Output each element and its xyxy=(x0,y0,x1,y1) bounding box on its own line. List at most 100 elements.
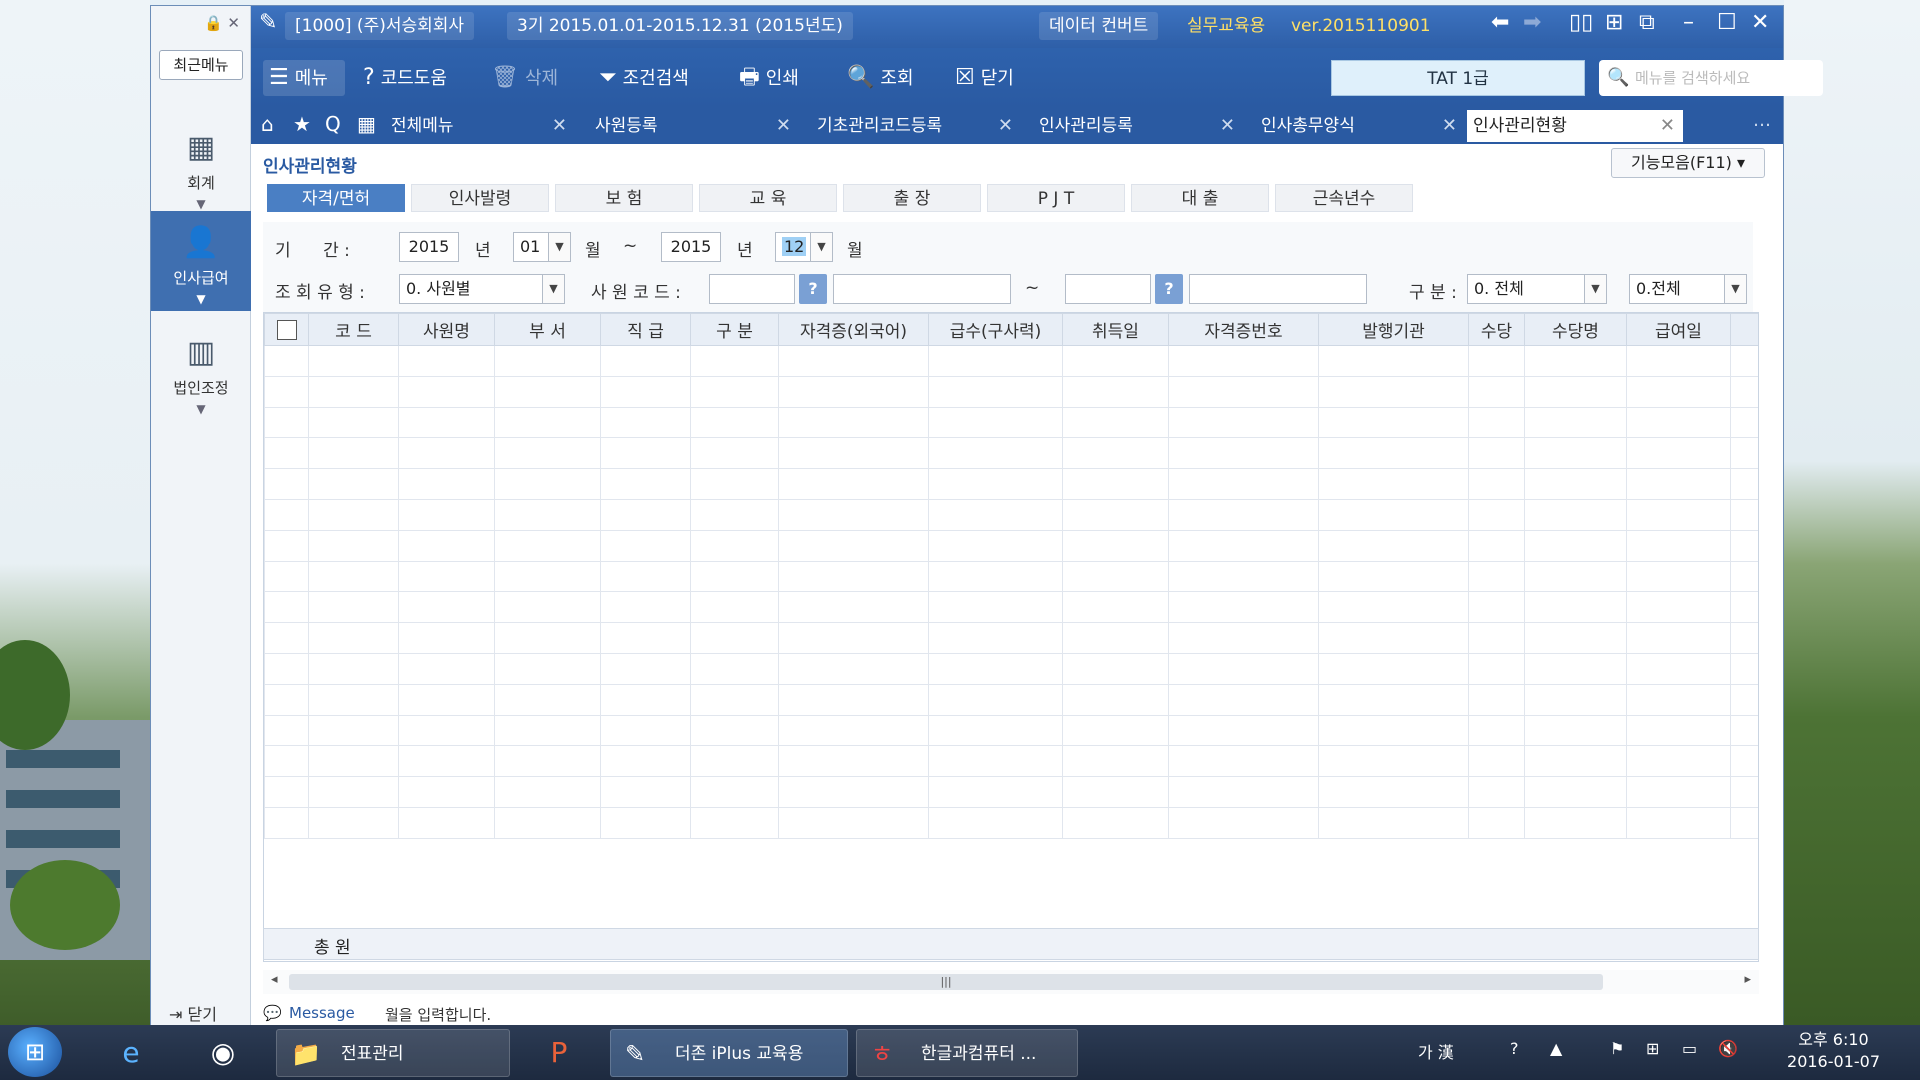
table-cell[interactable] xyxy=(308,806,399,839)
table-cell[interactable] xyxy=(690,529,779,562)
employee-lookup-button-2[interactable]: ? xyxy=(1155,274,1183,304)
table-cell[interactable] xyxy=(1626,437,1731,470)
taskbar-clock[interactable]: 오후 6:10 2016-01-07 xyxy=(1787,1029,1880,1073)
table-cell[interactable] xyxy=(1626,591,1731,624)
tray-windows-icon[interactable]: ⊞ xyxy=(1646,1039,1659,1058)
table-cell[interactable] xyxy=(264,806,309,839)
table-cell[interactable] xyxy=(928,498,1063,531)
table-cell[interactable] xyxy=(1168,591,1319,624)
table-cell[interactable] xyxy=(600,591,691,624)
table-cell[interactable] xyxy=(778,806,929,839)
table-cell[interactable] xyxy=(308,468,399,500)
table-cell[interactable] xyxy=(494,375,601,408)
table-cell[interactable] xyxy=(778,437,929,470)
table-cell[interactable] xyxy=(264,345,309,377)
chevron-down-icon[interactable]: ▼ xyxy=(810,233,832,261)
table-cell[interactable] xyxy=(600,714,691,747)
table-cell[interactable] xyxy=(1524,560,1627,593)
table-cell[interactable] xyxy=(928,683,1063,716)
division-select[interactable]: 0. 전체 ▼ xyxy=(1467,274,1607,304)
table-row[interactable] xyxy=(264,560,1758,593)
table-cell[interactable] xyxy=(264,652,309,685)
table-cell[interactable] xyxy=(264,714,309,747)
table-cell[interactable] xyxy=(1168,714,1319,747)
taskbar-item-iplus[interactable]: ✎ 더존 iPlus 교육용 xyxy=(610,1029,848,1077)
table-row[interactable] xyxy=(264,776,1758,808)
delete-button[interactable]: 🗑 삭제 xyxy=(491,60,558,96)
table-cell[interactable] xyxy=(690,591,779,624)
column-header[interactable]: 취득일 xyxy=(1062,313,1169,346)
table-cell[interactable] xyxy=(1524,498,1627,531)
star-icon[interactable]: ★ xyxy=(293,112,311,136)
chevron-down-icon[interactable]: ▼ xyxy=(542,275,564,303)
code-help-button[interactable]: ? 코드도움 xyxy=(363,60,447,96)
view-button[interactable]: 🔍 조회 xyxy=(847,60,914,96)
table-cell[interactable] xyxy=(1318,622,1469,654)
table-cell[interactable] xyxy=(308,560,399,593)
table-row[interactable] xyxy=(264,498,1758,531)
table-cell[interactable] xyxy=(264,683,309,716)
table-cell[interactable] xyxy=(1730,498,1758,531)
horizontal-scrollbar[interactable]: ◂ ||| ▸ xyxy=(263,970,1759,994)
table-cell[interactable] xyxy=(1626,529,1731,562)
employee-code-from-input[interactable] xyxy=(709,274,795,304)
table-cell[interactable] xyxy=(600,345,691,377)
function-menu-button[interactable]: 기능모음(F11) ▾ xyxy=(1611,148,1765,178)
table-row[interactable] xyxy=(264,652,1758,685)
table-cell[interactable] xyxy=(1168,498,1319,531)
filter-search-button[interactable]: ⏷ 조건검색 xyxy=(599,60,689,96)
chrome-icon[interactable]: ◉ xyxy=(192,1031,254,1075)
subtab-project[interactable]: P J T xyxy=(987,184,1125,212)
table-cell[interactable] xyxy=(398,745,495,778)
table-cell[interactable] xyxy=(494,529,601,562)
table-cell[interactable] xyxy=(690,375,779,408)
table-cell[interactable] xyxy=(1524,714,1627,747)
table-cell[interactable] xyxy=(778,745,929,778)
close-icon[interactable]: ✕ xyxy=(1660,110,1675,142)
table-cell[interactable] xyxy=(778,529,929,562)
table-cell[interactable] xyxy=(928,345,1063,377)
sidebar-item-corporate-adjust[interactable]: ▥ 법인조정 ▼ xyxy=(151,321,251,421)
table-cell[interactable] xyxy=(690,406,779,439)
table-cell[interactable] xyxy=(1730,776,1758,808)
maximize-icon[interactable]: ☐ xyxy=(1717,10,1737,35)
table-cell[interactable] xyxy=(1468,345,1525,377)
table-cell[interactable] xyxy=(778,683,929,716)
month-to-select[interactable]: 12 ▼ xyxy=(775,232,833,262)
table-cell[interactable] xyxy=(264,745,309,778)
column-header[interactable]: 코 드 xyxy=(308,313,399,346)
table-cell[interactable] xyxy=(1524,375,1627,408)
table-cell[interactable] xyxy=(308,714,399,747)
table-cell[interactable] xyxy=(1468,622,1525,654)
table-cell[interactable] xyxy=(600,375,691,408)
table-cell[interactable] xyxy=(778,776,929,808)
table-cell[interactable] xyxy=(1626,683,1731,716)
table-cell[interactable] xyxy=(778,714,929,747)
table-cell[interactable] xyxy=(1062,806,1169,839)
table-cell[interactable] xyxy=(1730,714,1758,747)
table-cell[interactable] xyxy=(398,652,495,685)
table-cell[interactable] xyxy=(1626,745,1731,778)
table-cell[interactable] xyxy=(1318,652,1469,685)
search-icon[interactable]: Q xyxy=(325,112,341,136)
table-row[interactable] xyxy=(264,714,1758,747)
table-cell[interactable] xyxy=(778,468,929,500)
table-cell[interactable] xyxy=(264,776,309,808)
table-cell[interactable] xyxy=(494,345,601,377)
tray-ime-label[interactable]: 가 漢 xyxy=(1418,1039,1454,1063)
table-cell[interactable] xyxy=(1062,468,1169,500)
table-cell[interactable] xyxy=(494,714,601,747)
table-cell[interactable] xyxy=(1168,345,1319,377)
taskbar-item-voucher[interactable]: 📁 전표관리 xyxy=(276,1029,510,1077)
subtab-loan[interactable]: 대 출 xyxy=(1131,184,1269,212)
back-arrow-icon[interactable]: ⬅ xyxy=(1491,10,1509,35)
table-cell[interactable] xyxy=(690,498,779,531)
table-cell[interactable] xyxy=(1062,714,1169,747)
table-cell[interactable] xyxy=(398,714,495,747)
subtab-service-years[interactable]: 근속년수 xyxy=(1275,184,1413,212)
table-cell[interactable] xyxy=(398,345,495,377)
table-cell[interactable] xyxy=(1730,345,1758,377)
table-row[interactable] xyxy=(264,806,1758,839)
table-cell[interactable] xyxy=(600,745,691,778)
table-cell[interactable] xyxy=(1062,622,1169,654)
